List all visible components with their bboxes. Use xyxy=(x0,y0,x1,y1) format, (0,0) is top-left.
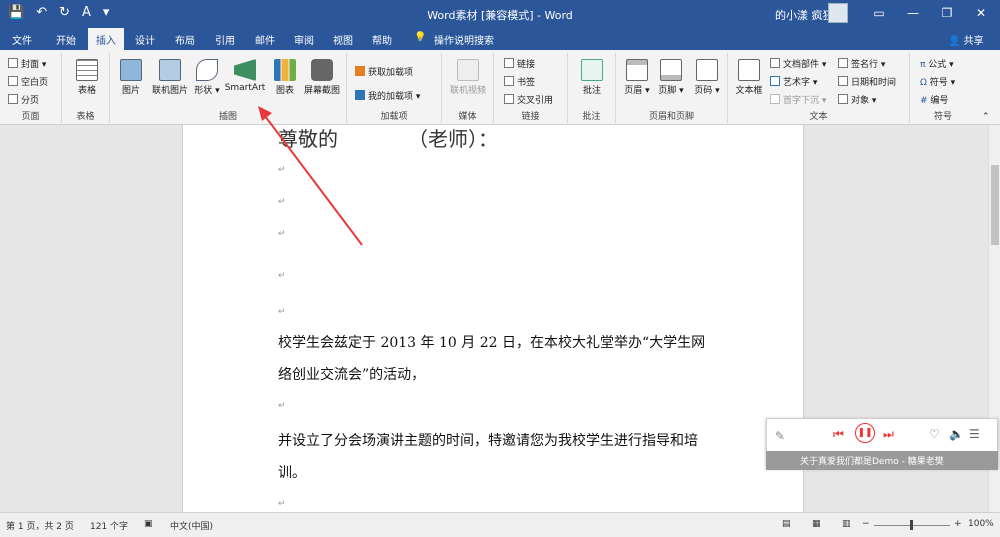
heart-icon[interactable]: ♡ xyxy=(929,427,940,441)
pause-icon[interactable]: ❚❚ xyxy=(855,423,875,443)
zoom-slider-thumb[interactable] xyxy=(910,520,913,530)
language[interactable]: 中文(中国) xyxy=(170,519,213,532)
previous-icon[interactable]: ⏮ xyxy=(833,427,844,442)
zoom-in-icon[interactable]: + xyxy=(954,519,962,529)
print-layout-icon[interactable]: ▦ xyxy=(812,519,821,529)
next-icon[interactable]: ⏭ xyxy=(883,427,894,442)
zoom-level[interactable]: 100% xyxy=(968,519,994,529)
album-icon: ✎ xyxy=(775,429,786,443)
proofing-icon[interactable]: ▣ xyxy=(144,519,153,529)
now-playing-text: 关于真爱我们都是Demo - 糖果老樊 xyxy=(766,451,998,470)
zoom-out-icon[interactable]: − xyxy=(862,519,870,529)
web-layout-icon[interactable]: ▥ xyxy=(842,519,851,529)
status-bar: 第 1 页，共 2 页 121 个字 ▣ 中文(中国) ▤ ▦ ▥ − + 10… xyxy=(0,512,1000,537)
playlist-icon[interactable]: ☰ xyxy=(969,427,980,441)
word-count[interactable]: 121 个字 xyxy=(90,519,128,532)
volume-icon[interactable]: 🔈 xyxy=(949,427,964,441)
page-count[interactable]: 第 1 页，共 2 页 xyxy=(6,519,74,532)
read-mode-icon[interactable]: ▤ xyxy=(782,519,791,529)
